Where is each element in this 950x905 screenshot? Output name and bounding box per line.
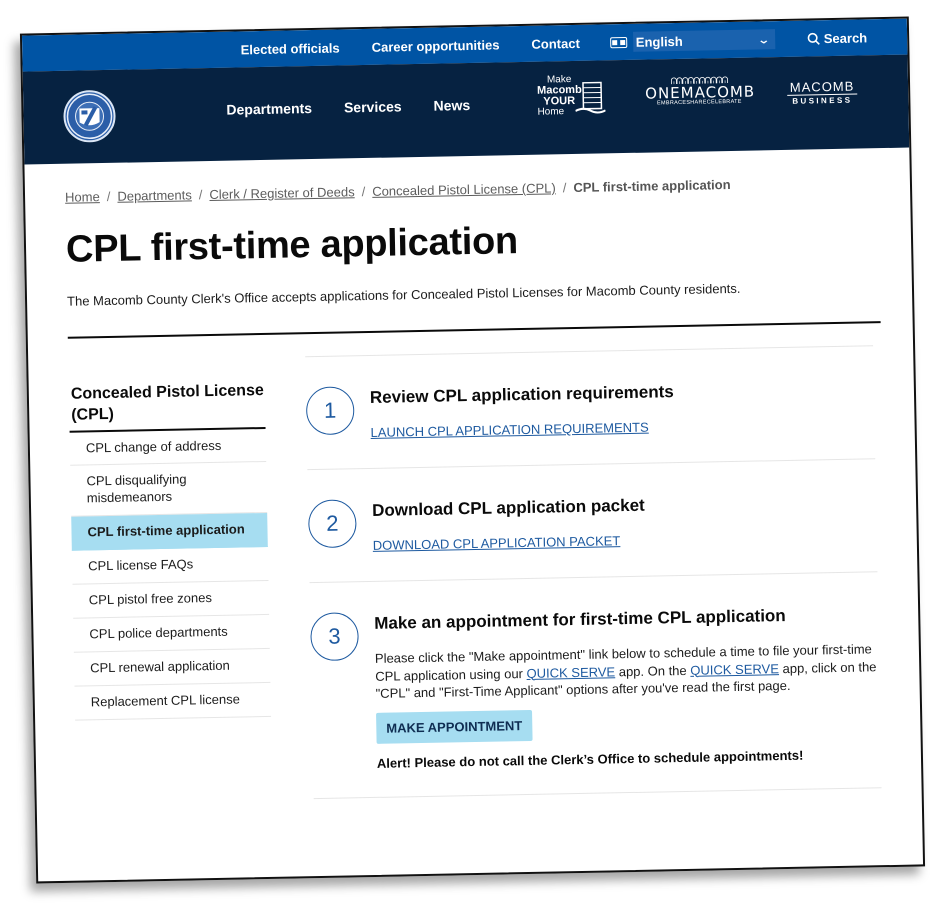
sidebar-item-renewal-application[interactable]: CPL renewal application [73, 648, 271, 687]
make-macomb-your-home-logo[interactable]: Make Macomb YOUR Home [537, 74, 610, 118]
one-macomb-tagline: EMBRACESHARECELEBRATE [656, 98, 742, 107]
nav-services[interactable]: Services [344, 98, 402, 115]
utility-link-career-opportunities[interactable]: Career opportunities [371, 37, 499, 54]
download-packet-link[interactable]: DOWNLOAD CPL APPLICATION PACKET [373, 533, 621, 553]
macomb-business-logo[interactable]: MACOMB BUSINESS [786, 79, 858, 106]
breadcrumb-separator: / [361, 184, 366, 200]
main-content: Home / Departments / Clerk / Register of… [24, 148, 921, 805]
step-body: Download CPL application packet DOWNLOAD… [372, 489, 877, 555]
search-icon [807, 32, 820, 45]
alert-message: Alert! Please do not call the Clerk’s Of… [376, 747, 804, 771]
step-body: Review CPL application requirements LAUN… [370, 376, 875, 442]
step-item: 1 Review CPL application requirements LA… [305, 346, 876, 471]
breadcrumb: Home / Departments / Clerk / Register of… [65, 174, 870, 205]
breadcrumb-departments[interactable]: Departments [117, 187, 192, 203]
launch-requirements-link[interactable]: LAUNCH CPL APPLICATION REQUIREMENTS [370, 420, 648, 440]
content-layout: Concealed Pistol License (CPL) CPL chang… [68, 345, 882, 803]
page-intro: The Macomb County Clerk's Office accepts… [66, 280, 741, 309]
breadcrumb-separator: / [562, 180, 567, 196]
one-macomb-logo[interactable]: ᕬᕬᕬᕬᕬᕬᕬᕬᕬᕬ ONEMACOMB EMBRACESHARECELEBRA… [645, 75, 755, 108]
breadcrumb-home[interactable]: Home [65, 189, 100, 205]
chevron-down-icon: ⌄ [757, 33, 771, 46]
step-title: Review CPL application requirements [369, 382, 674, 407]
building-icon [575, 81, 606, 114]
step-item: 3 Make an appointment for first-time CPL… [309, 572, 882, 799]
sidebar-item-police-departments[interactable]: CPL police departments [73, 614, 270, 653]
page-title: CPL first-time application [65, 220, 519, 271]
sidebar-item-disqualifying-misdemeanors[interactable]: CPL disqualifying misdemeanors [70, 462, 268, 517]
sidebar-item-change-of-address[interactable]: CPL change of address [69, 428, 267, 467]
quick-serve-link[interactable]: QUICK SERVE [526, 664, 615, 681]
language-selector: English ⌄ [609, 29, 775, 52]
quick-serve-link[interactable]: QUICK SERVE [690, 661, 779, 678]
step-title: Download CPL application packet [371, 495, 645, 520]
appointment-instructions: Please click the "Make appointment" link… [375, 640, 880, 702]
breadcrumb-separator: / [198, 187, 203, 203]
step-number-badge: 3 [310, 612, 359, 662]
title-divider [67, 321, 881, 339]
seal-icon [66, 93, 113, 140]
step-number-badge: 1 [305, 386, 355, 436]
sidebar-list: CPL change of address CPL disqualifying … [69, 428, 272, 721]
instructions-text: app. On the [614, 662, 691, 679]
main-header: Departments Services News Make Macomb YO… [22, 54, 910, 165]
nav-news[interactable]: News [433, 97, 470, 114]
sidebar-title[interactable]: Concealed Pistol License (CPL) [68, 380, 266, 433]
sidebar-item-license-faqs[interactable]: CPL license FAQs [71, 547, 269, 585]
utility-link-elected-officials[interactable]: Elected officials [241, 40, 340, 57]
main-nav: Departments Services News [226, 97, 470, 118]
translate-icon [609, 36, 627, 48]
make-appointment-button[interactable]: MAKE APPOINTMENT [375, 709, 533, 744]
breadcrumb-separator: / [106, 188, 111, 204]
sidebar-item-replacement-license[interactable]: Replacement CPL license [74, 682, 272, 721]
step-body: Make an appointment for first-time CPL a… [374, 602, 881, 771]
language-selected: English [635, 33, 683, 50]
breadcrumb-clerk[interactable]: Clerk / Register of Deeds [209, 184, 354, 202]
breadcrumb-current: CPL first-time application [573, 176, 731, 196]
county-seal-logo[interactable] [63, 89, 117, 143]
macomb-business-tagline: BUSINESS [792, 95, 853, 106]
language-dropdown[interactable]: English ⌄ [632, 29, 775, 52]
step-item: 2 Download CPL application packet DOWNLO… [307, 459, 878, 584]
screenshot-stage: Elected officials Career opportunities C… [0, 0, 950, 905]
sidebar-item-pistol-free-zones[interactable]: CPL pistol free zones [72, 580, 270, 619]
step-number-badge: 2 [307, 499, 357, 549]
macomb-business-name: MACOMB [786, 79, 858, 96]
browser-page: Elected officials Career opportunities C… [19, 16, 926, 884]
step-title: Make an appointment for first-time CPL a… [374, 606, 786, 633]
sidebar-item-first-time-application[interactable]: CPL first-time application [71, 513, 268, 551]
sidebar-nav: Concealed Pistol License (CPL) CPL chang… [68, 380, 273, 803]
utility-link-contact[interactable]: Contact [531, 35, 580, 51]
nav-departments[interactable]: Departments [226, 100, 312, 118]
search-label: Search [823, 29, 868, 46]
search-button[interactable]: Search [807, 29, 868, 46]
breadcrumb-cpl[interactable]: Concealed Pistol License (CPL) [372, 180, 556, 199]
steps-list: 1 Review CPL application requirements LA… [305, 345, 882, 799]
